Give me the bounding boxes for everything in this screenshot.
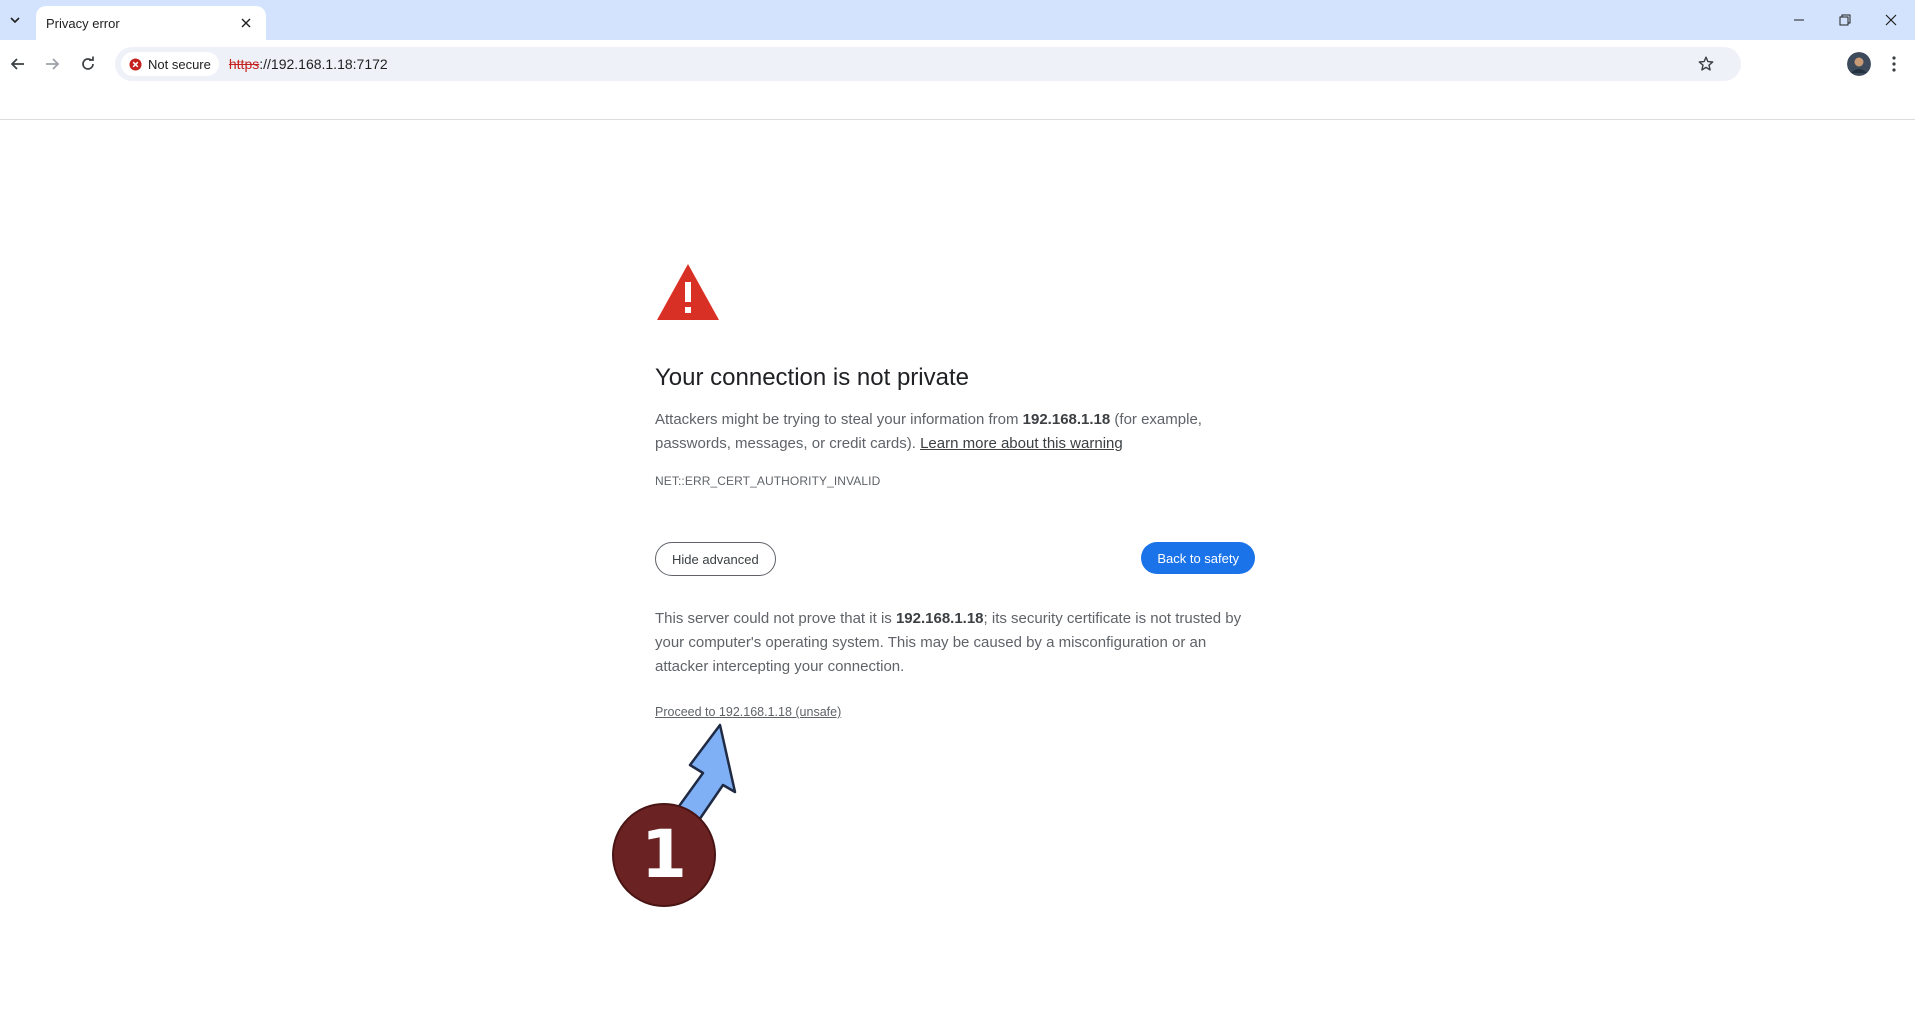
step-number: 1 xyxy=(641,816,687,893)
close-window-button[interactable] xyxy=(1868,0,1914,40)
warning-triangle-icon xyxy=(657,264,719,320)
error-code: NET::ERR_CERT_AUTHORITY_INVALID xyxy=(655,474,881,488)
title-bar: Privacy error xyxy=(0,0,1915,40)
tab-close-button[interactable] xyxy=(236,13,256,33)
profile-avatar[interactable] xyxy=(1847,52,1871,76)
browser-toolbar: Not secure https://192.168.1.18:7172 xyxy=(0,40,1915,120)
hide-advanced-button[interactable]: Hide advanced xyxy=(655,542,776,576)
details-text-start: This server could not prove that it is xyxy=(655,610,896,627)
kebab-menu-icon xyxy=(1892,56,1896,72)
url-scheme: https xyxy=(228,56,260,72)
not-secure-label: Not secure xyxy=(148,56,211,72)
avatar-icon xyxy=(1847,52,1871,76)
url-text[interactable]: https://192.168.1.18:7172 xyxy=(229,56,388,72)
details-host: 192.168.1.18 xyxy=(895,610,984,627)
tab-search-button[interactable] xyxy=(4,8,26,32)
back-to-safety-button[interactable]: Back to safety xyxy=(1141,542,1255,574)
page-title: Your connection is not private xyxy=(655,364,969,391)
minimize-button[interactable] xyxy=(1776,0,1822,40)
close-icon xyxy=(241,18,251,28)
reload-icon xyxy=(82,56,94,70)
advanced-details-text: This server could not prove that it is 1… xyxy=(655,607,1255,679)
error-circle-icon xyxy=(129,57,142,71)
restore-icon xyxy=(1839,14,1851,26)
url-host: ://192.168.1.18:7172 xyxy=(259,56,388,72)
chevron-down-icon xyxy=(10,17,20,24)
restore-button[interactable] xyxy=(1822,0,1868,40)
address-bar[interactable]: Not secure https://192.168.1.18:7172 xyxy=(115,47,1741,81)
reload-button[interactable] xyxy=(72,48,104,80)
learn-more-link[interactable]: Learn more about this warning xyxy=(920,435,1123,452)
security-indicator-chip[interactable]: Not secure xyxy=(121,52,219,76)
bookmark-button[interactable] xyxy=(1693,51,1719,77)
arrow-right-icon xyxy=(46,58,60,70)
forward-button[interactable] xyxy=(36,48,68,80)
explanation-text: Attackers might be trying to steal your … xyxy=(655,408,1255,456)
browser-menu-button[interactable] xyxy=(1882,52,1906,76)
explanation-text-start: Attackers might be trying to steal your … xyxy=(655,411,1023,428)
back-button[interactable] xyxy=(2,48,34,80)
explanation-host: 192.168.1.18 xyxy=(1022,411,1111,428)
step-number-badge: 1 xyxy=(612,803,716,907)
arrow-left-icon xyxy=(10,58,24,70)
star-icon xyxy=(1698,56,1714,71)
tab-title: Privacy error xyxy=(46,15,120,31)
minimize-icon xyxy=(1794,19,1804,21)
active-tab[interactable]: Privacy error xyxy=(36,6,266,40)
close-icon xyxy=(1885,14,1897,26)
